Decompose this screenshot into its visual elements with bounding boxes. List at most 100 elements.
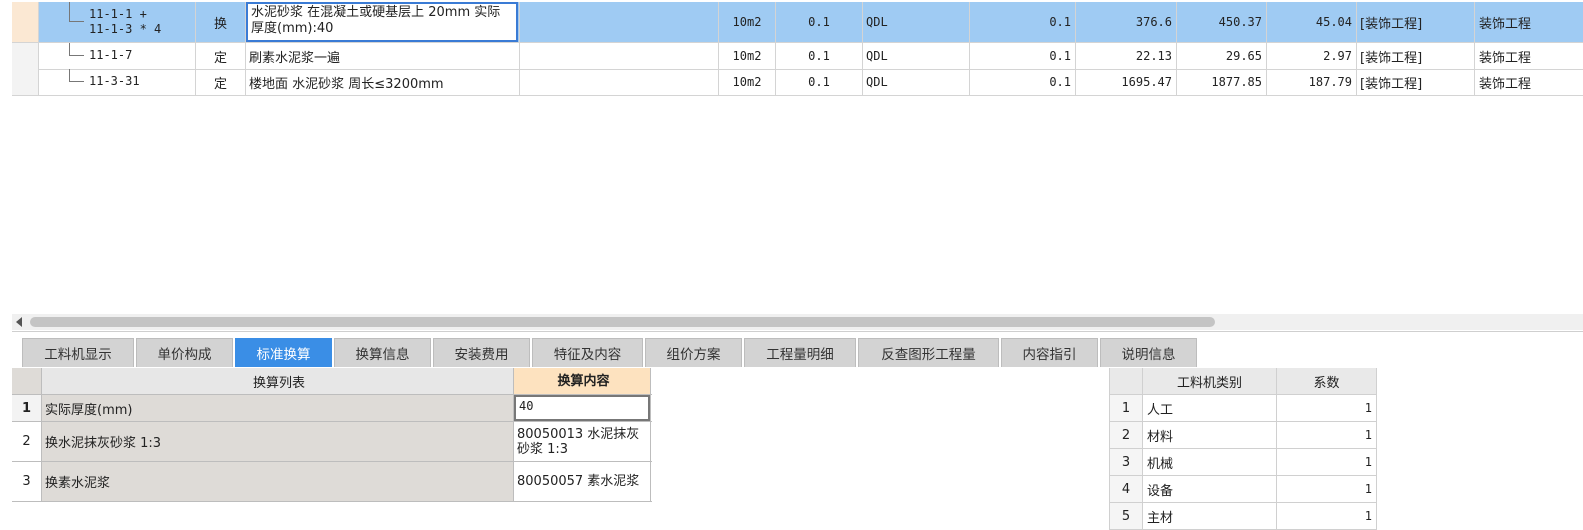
composite-unit-price-cell[interactable]: 1877.85 — [1177, 69, 1267, 95]
scrollbar-thumb[interactable] — [30, 317, 1215, 327]
unit-price-cell[interactable]: 1695.47 — [1076, 69, 1177, 95]
table-row[interactable]: 11-1-1 + 11-1-3 * 4 换 水泥砂浆 在混凝土或硬基层上 20m… — [12, 2, 1583, 43]
conversion-name[interactable]: 实际厚度(mm) — [42, 395, 514, 421]
tab-unit-price-composition[interactable]: 单价构成 — [136, 338, 233, 367]
spec-cell[interactable] — [520, 69, 719, 95]
unit-price-cell[interactable]: 22.13 — [1076, 43, 1177, 69]
table-row[interactable]: 2 材料 1 — [1109, 422, 1377, 449]
category-cell[interactable]: 机械 — [1143, 449, 1277, 475]
tab-pricing-scheme[interactable]: 组价方案 — [645, 338, 742, 367]
content-cell[interactable]: 0.1 — [776, 2, 863, 42]
composite-total-cell[interactable]: 2.97 — [1267, 43, 1357, 69]
thickness-input[interactable]: 40 — [514, 395, 650, 421]
tab-installation-fee[interactable]: 安装费用 — [433, 338, 530, 367]
composite-unit-price-cell[interactable]: 29.65 — [1177, 43, 1267, 69]
unit-cell[interactable]: 10m2 — [719, 69, 776, 95]
conversion-value[interactable]: 80050013 水泥抹灰砂浆 1:3 — [514, 422, 651, 461]
content-cell[interactable]: 0.1 — [776, 43, 863, 69]
tab-features-content[interactable]: 特征及内容 — [532, 338, 643, 367]
quantity-expression-cell[interactable]: QDL — [863, 2, 970, 42]
specialty-cell[interactable]: 装饰工程 — [1475, 69, 1570, 95]
tab-reverse-graphic-quantity[interactable]: 反查图形工程量 — [858, 338, 999, 367]
table-row[interactable]: 5 主材 1 — [1109, 503, 1377, 530]
row-index: 1 — [12, 395, 42, 421]
row-index: 3 — [1109, 449, 1143, 475]
header-category: 工料机类别 — [1143, 368, 1277, 394]
coefficient-table: 工料机类别 系数 1 人工 1 2 材料 1 3 机械 1 4 设备 1 5 主… — [1109, 368, 1377, 530]
table-row[interactable]: 3 换素水泥浆 80050057 素水泥浆 — [12, 462, 652, 502]
name-edit-field[interactable]: 水泥砂浆 在混凝土或硬基层上 20mm 实际厚度(mm):40 — [246, 2, 518, 42]
tree-line — [69, 2, 84, 22]
composite-unit-price-cell[interactable]: 450.37 — [1177, 2, 1267, 42]
composite-total-cell[interactable]: 187.79 — [1267, 69, 1357, 95]
conversion-value[interactable]: 80050057 素水泥浆 — [514, 462, 651, 501]
row-indicator[interactable] — [12, 43, 39, 69]
type-cell[interactable]: 换 — [196, 2, 246, 42]
coefficient-cell[interactable]: 1 — [1277, 476, 1377, 502]
coefficient-cell[interactable]: 1 — [1277, 449, 1377, 475]
quantity-expression-cell[interactable]: QDL — [863, 69, 970, 95]
fee-category-cell[interactable]: [装饰工程] — [1357, 2, 1475, 42]
table-row[interactable]: 1 人工 1 — [1109, 395, 1377, 422]
row-indicator[interactable] — [12, 2, 39, 42]
table-row[interactable]: 11-3-31 定 楼地面 水泥砂浆 周长≤3200mm 10m2 0.1 QD… — [12, 69, 1583, 96]
conversion-value-cell[interactable]: 40 — [514, 395, 651, 421]
divider — [12, 331, 1583, 332]
tab-description-info[interactable]: 说明信息 — [1100, 338, 1197, 367]
row-index: 1 — [1109, 395, 1143, 421]
tab-labor-material-machine[interactable]: 工料机显示 — [22, 338, 134, 367]
header-corner — [12, 368, 42, 394]
table-row[interactable]: 11-1-7 定 刷素水泥浆一遍 10m2 0.1 QDL 0.1 22.13 … — [12, 43, 1583, 70]
category-cell[interactable]: 材料 — [1143, 422, 1277, 448]
code-cell[interactable]: 11-1-7 — [39, 43, 196, 69]
row-indicator[interactable] — [12, 69, 39, 95]
conversion-name[interactable]: 换水泥抹灰砂浆 1:3 — [42, 422, 514, 461]
row-index: 3 — [12, 462, 42, 501]
quantity-cell[interactable]: 0.1 — [970, 2, 1076, 42]
name-cell[interactable]: 刷素水泥浆一遍 — [246, 43, 520, 69]
unit-price-cell[interactable]: 376.6 — [1076, 2, 1177, 42]
code-line-1: 11-1-1 + — [89, 7, 147, 21]
unit-cell[interactable]: 10m2 — [719, 43, 776, 69]
specialty-cell[interactable]: 装饰工程 — [1475, 43, 1570, 69]
composite-total-cell[interactable]: 45.04 — [1267, 2, 1357, 42]
fee-category-cell[interactable]: [装饰工程] — [1357, 69, 1475, 95]
tab-standard-conversion[interactable]: 标准换算 — [235, 338, 332, 367]
fee-category-cell[interactable]: [装饰工程] — [1357, 43, 1475, 69]
tree-line — [69, 69, 84, 82]
code-cell[interactable]: 11-3-31 — [39, 69, 196, 95]
name-cell[interactable]: 水泥砂浆 在混凝土或硬基层上 20mm 实际厚度(mm):40 — [246, 2, 520, 42]
horizontal-scrollbar[interactable] — [12, 314, 1583, 330]
type-cell[interactable]: 定 — [196, 43, 246, 69]
table-row[interactable]: 1 实际厚度(mm) 40 — [12, 395, 652, 422]
table-row[interactable]: 2 换水泥抹灰砂浆 1:3 80050013 水泥抹灰砂浆 1:3 — [12, 422, 652, 462]
code-cell[interactable]: 11-1-1 + 11-1-3 * 4 — [39, 2, 196, 42]
table-row[interactable]: 4 设备 1 — [1109, 476, 1377, 503]
quantity-expression-cell[interactable]: QDL — [863, 43, 970, 69]
quantity-cell[interactable]: 0.1 — [970, 69, 1076, 95]
type-cell[interactable]: 定 — [196, 69, 246, 95]
table-row[interactable]: 3 机械 1 — [1109, 449, 1377, 476]
coefficient-cell[interactable]: 1 — [1277, 422, 1377, 448]
spec-cell[interactable] — [520, 43, 719, 69]
spec-cell[interactable] — [520, 2, 719, 42]
header-coefficient: 系数 — [1277, 368, 1377, 394]
conversion-name[interactable]: 换素水泥浆 — [42, 462, 514, 501]
standard-conversion-table: 换算列表 换算内容 1 实际厚度(mm) 40 2 换水泥抹灰砂浆 1:3 80… — [12, 368, 652, 502]
coefficient-cell[interactable]: 1 — [1277, 395, 1377, 421]
unit-cell[interactable]: 10m2 — [719, 2, 776, 42]
table-header: 工料机类别 系数 — [1109, 368, 1377, 395]
tab-quantity-detail[interactable]: 工程量明细 — [744, 338, 856, 367]
category-cell[interactable]: 人工 — [1143, 395, 1277, 421]
tab-content-guide[interactable]: 内容指引 — [1001, 338, 1098, 367]
specialty-cell[interactable]: 装饰工程 — [1475, 2, 1570, 42]
quantity-cell[interactable]: 0.1 — [970, 43, 1076, 69]
category-cell[interactable]: 设备 — [1143, 476, 1277, 502]
content-cell[interactable]: 0.1 — [776, 69, 863, 95]
header-conversion-content: 换算内容 — [514, 368, 651, 394]
name-cell[interactable]: 楼地面 水泥砂浆 周长≤3200mm — [246, 69, 520, 95]
coefficient-cell[interactable]: 1 — [1277, 503, 1377, 529]
scroll-left-arrow-icon[interactable] — [16, 317, 22, 327]
tab-conversion-info[interactable]: 换算信息 — [334, 338, 431, 367]
category-cell[interactable]: 主材 — [1143, 503, 1277, 529]
